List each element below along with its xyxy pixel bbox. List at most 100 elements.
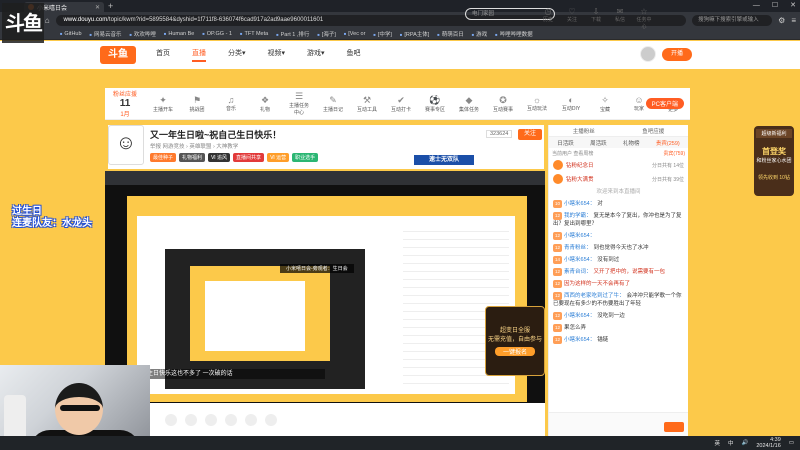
bookmark-item[interactable]: 游戏 (472, 30, 487, 38)
new-tab-button[interactable]: + (108, 1, 113, 11)
chat-username[interactable]: 青青粉丝： (564, 245, 592, 251)
ime-indicator[interactable]: 中 (728, 439, 734, 447)
strip-item[interactable]: ☼ 互动玩法 (525, 95, 549, 112)
header-icon-label: 下载 (590, 17, 601, 23)
douyu-logo[interactable]: 斗鱼 (100, 46, 136, 64)
chat-username[interactable]: 小瞎米654： (564, 337, 595, 343)
user-avatar[interactable] (640, 46, 656, 62)
room-tag[interactable]: 直播间共享 (233, 153, 265, 162)
nav-item[interactable]: 游戏▾ (307, 48, 325, 62)
chat-head-item[interactable]: 主播粉丝 (573, 127, 595, 135)
strip-item[interactable]: ◆ 集体任务 (457, 95, 481, 113)
strip-item[interactable]: ⚑ 挑战团 (185, 95, 209, 113)
team-banner[interactable]: 速士无双队 (414, 155, 474, 165)
room-tag[interactable]: Ⅵ 追风 (208, 153, 231, 162)
chat-tab[interactable]: 周活跃 (590, 139, 607, 147)
chat-username[interactable]: 小瞎米654： (564, 257, 595, 263)
chat-username[interactable]: 我的学霸： (564, 213, 592, 219)
chat-username[interactable]: 小瞎米654： (564, 233, 595, 239)
strip-item[interactable]: ⚽ 赛事专区 (423, 95, 447, 113)
taskbar-clock[interactable]: 4:39 2024/1/16 (756, 437, 780, 449)
close-tab-icon[interactable]: ✕ (95, 4, 100, 11)
home-icon[interactable]: ⌂ (45, 16, 50, 25)
room-tag[interactable]: 最佳种子 (150, 153, 177, 162)
strip-item[interactable]: ◐ 互动DIY (559, 95, 583, 112)
strip-item[interactable]: ❖ 礼物 (253, 95, 277, 113)
nav-item[interactable]: 视频▾ (268, 48, 286, 62)
pc-client-button[interactable]: PC客户端 (645, 98, 684, 109)
header-icon-clock[interactable]: ◷ 历史 (540, 7, 556, 30)
bookmark-item[interactable]: 哔哩哔哩数据 (495, 30, 533, 38)
chat-tab[interactable]: 礼物榜 (623, 139, 640, 147)
strip-item[interactable]: ✎ 主播日记 (321, 95, 345, 113)
strip-item[interactable]: ✦ 主播开车 (151, 95, 175, 113)
strip-item[interactable]: ♫ 音乐 (219, 95, 243, 112)
volume-icon[interactable]: 🔊 (741, 440, 748, 446)
gift-icon[interactable] (265, 413, 277, 426)
nav-item[interactable]: 首页 (156, 48, 170, 62)
room-tag[interactable]: 职业选手 (292, 153, 319, 162)
gift-icon[interactable] (245, 413, 257, 426)
chat-username[interactable]: 西西的老家吃到过了牛： (564, 293, 625, 299)
bookmark-item[interactable]: [Vec or (344, 31, 365, 37)
close-window-icon[interactable]: ✕ (790, 0, 796, 12)
bookmark-item[interactable]: [海子] (317, 30, 336, 38)
maximize-icon[interactable]: ☐ (772, 0, 778, 12)
bookmark-item[interactable]: OP.GG - 1 (202, 31, 232, 37)
chat-username[interactable]: 素青台词： (564, 269, 592, 275)
bookmark-item[interactable]: [RPA主体] (400, 30, 429, 38)
rank-row[interactable]: 钻粉大满贯 分日共有 39位 (549, 172, 688, 186)
strip-item[interactable]: ☰ 主播任务中心 (287, 91, 311, 116)
notifications-icon[interactable]: ▭ (789, 440, 794, 446)
nav-item[interactable]: 直播 (192, 48, 206, 62)
chat-tab[interactable]: 日活跃 (557, 139, 574, 147)
strip-item[interactable]: ✪ 互动赛事 (491, 95, 515, 113)
video-player[interactable]: 小米嘻日会-旁观者：生日会 超变日全服 无需充值，自由参与 一键报名 我生生日快… (105, 171, 545, 403)
bookmark-item[interactable]: TFT Meta (240, 31, 268, 37)
event-signup-button[interactable]: 一键报名 (495, 347, 535, 356)
follow-button[interactable]: 关注 (518, 129, 542, 140)
bookmark-item[interactable]: 萌萌百日 (437, 30, 464, 38)
extensions-icon[interactable]: ⚙ (778, 16, 785, 25)
bookmark-item[interactable]: Part 1 ,排行 (276, 30, 310, 38)
header-icon-star[interactable]: ☆ 任务中心 (636, 7, 652, 30)
room-tag[interactable]: Ⅵ 运营 (267, 153, 290, 162)
fan-support-date[interactable]: 粉丝应援 11 1月 (109, 89, 141, 118)
bookmark-item[interactable]: 网易云音乐 (90, 30, 122, 38)
chat-username[interactable]: 小瞎米654： (564, 313, 595, 319)
streamer-avatar[interactable]: ☺ (108, 125, 144, 165)
header-icon-bell[interactable]: ✉ 私信 (612, 7, 628, 30)
broadcast-button[interactable]: 开播 (662, 48, 692, 61)
menu-icon[interactable]: ≡ (791, 16, 796, 25)
nav-item[interactable]: 鱼吧 (347, 48, 361, 62)
strip-item[interactable]: ✔ 互动打卡 (389, 95, 413, 113)
bookmark-item[interactable]: GitHub (60, 31, 81, 37)
chat-sub-left[interactable]: 当前用户 查看周榜 (552, 150, 593, 157)
header-icon-heart[interactable]: ♡ 关注 (564, 7, 580, 30)
gift-icon[interactable] (185, 413, 197, 426)
chat-head-item[interactable]: 鱼吧应援 (642, 127, 664, 135)
bookmark-item[interactable]: Human Be (164, 31, 194, 37)
event-badge-card[interactable]: 超变日全服 无需充值，自由参与 一键报名 (485, 306, 545, 376)
chat-input[interactable] (549, 412, 688, 436)
nav-item[interactable]: 分类▾ (228, 48, 246, 62)
gift-icon[interactable] (205, 413, 217, 426)
promo-card[interactable]: 超级新福利 首登奖 和粉丝家心水团 领先收到 10钻 (754, 126, 794, 196)
lang-indicator[interactable]: 英 (714, 439, 720, 447)
strip-item[interactable]: ✧ 宝藏 (593, 95, 617, 113)
browser-search-input[interactable]: 搜狗嘛下搜索引擎或输入 (692, 14, 773, 26)
bookmark-item[interactable]: 欢欢哔哩 (129, 30, 156, 38)
strip-item[interactable]: ⚒ 互动工具 (355, 95, 379, 113)
send-button[interactable] (664, 422, 684, 432)
room-category[interactable]: 举报 网游竞技 › 英雄联盟 › 大神教学 (150, 142, 238, 150)
gift-icon[interactable] (225, 413, 237, 426)
vip-count[interactable]: 贵宾(759) (663, 150, 685, 157)
room-tag[interactable]: 礼物福利 (179, 153, 206, 162)
header-icon-download[interactable]: ⇩ 下载 (588, 7, 604, 30)
minimize-icon[interactable]: — (753, 0, 760, 12)
rank-row[interactable]: 钻粉纪念日 分日共有 14位 (549, 158, 688, 172)
chat-username[interactable]: 小瞎米654： (564, 201, 595, 207)
gift-icon[interactable] (165, 413, 177, 426)
chat-tab[interactable]: 贵宾(259) (656, 139, 680, 147)
bookmark-item[interactable]: [中学] (373, 30, 392, 38)
